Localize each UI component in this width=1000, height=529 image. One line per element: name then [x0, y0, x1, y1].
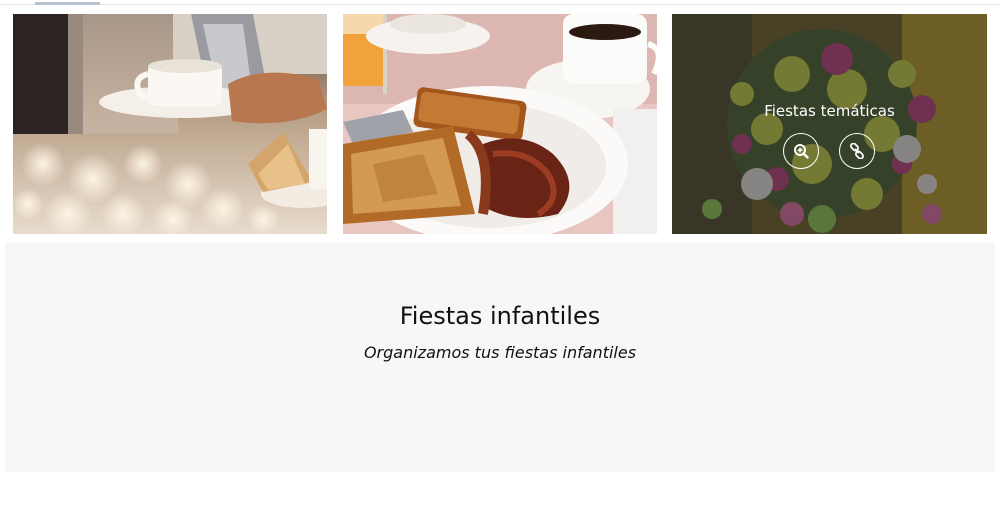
- zoom-in-icon: [794, 144, 809, 159]
- image-gallery: Fiestas temáticas: [13, 14, 988, 234]
- feature-subtitle: Organizamos tus fiestas infantiles: [363, 343, 637, 362]
- french-toast-breakfast-photo: [343, 14, 657, 234]
- coffee-service-photo: [13, 14, 327, 234]
- hover-overlay: [672, 14, 987, 234]
- top-divider: [0, 4, 1000, 5]
- link-button[interactable]: [839, 133, 875, 169]
- feature-title: Fiestas infantiles: [399, 302, 601, 330]
- zoom-button[interactable]: [783, 133, 819, 169]
- link-icon: [850, 143, 864, 159]
- gallery-tile-fiestas-tematicas[interactable]: Fiestas temáticas: [672, 14, 987, 234]
- gallery-tile-breakfast[interactable]: [343, 14, 657, 234]
- tile-caption: Fiestas temáticas: [764, 102, 895, 120]
- feature-panel: Fiestas infantiles Organizamos tus fiest…: [5, 242, 995, 472]
- active-tab-indicator[interactable]: [35, 2, 100, 5]
- gallery-tile-coffee[interactable]: [13, 14, 327, 234]
